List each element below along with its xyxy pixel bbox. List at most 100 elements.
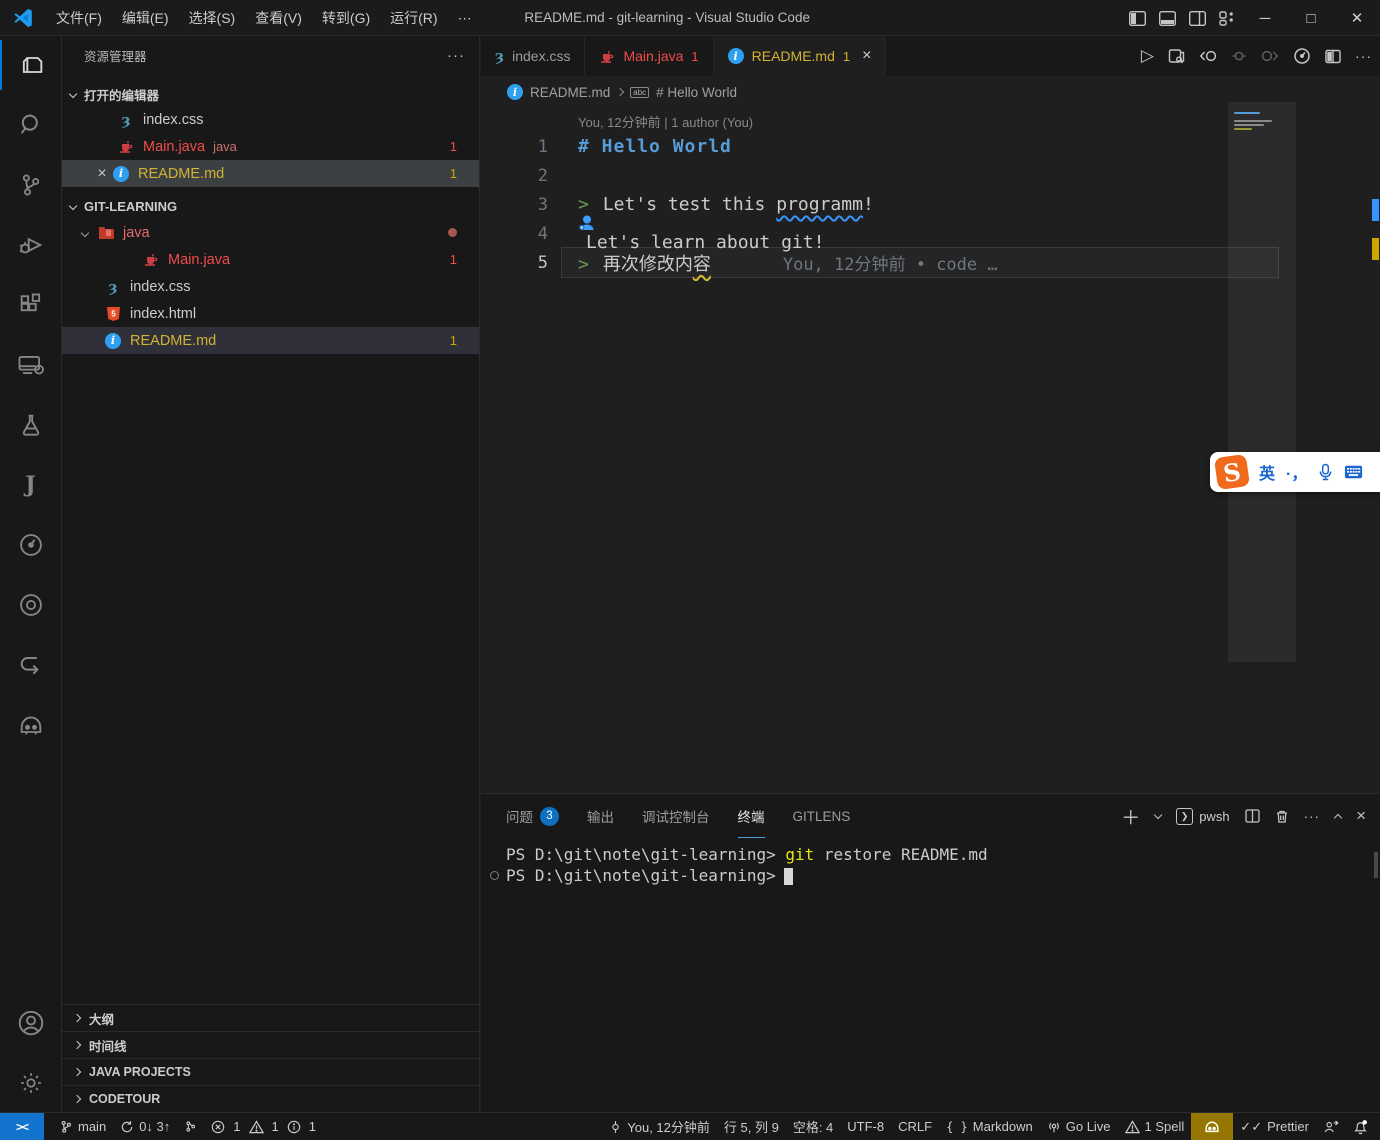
maximize-panel-icon[interactable] (1334, 814, 1342, 822)
breadcrumb-file[interactable]: README.md (530, 85, 610, 100)
menu-file[interactable]: 文件(F) (46, 5, 112, 31)
toggle-secondary-sidebar-icon[interactable] (1182, 5, 1212, 31)
change-icon[interactable] (1232, 49, 1246, 63)
split-terminal-icon[interactable] (1245, 809, 1260, 823)
sync-indicator[interactable]: 0↓ 3↑ (113, 1116, 177, 1138)
prev-change-icon[interactable] (1199, 49, 1218, 63)
sidebar-more-actions-icon[interactable]: ··· (447, 47, 465, 64)
feedback-icon[interactable] (1316, 1116, 1346, 1138)
remote-indicator[interactable]: >< (0, 1113, 44, 1140)
toggle-sidebar-icon[interactable] (1122, 5, 1152, 31)
tree-file-main-java[interactable]: Main.java 1 (62, 246, 479, 273)
command-decoration-icon[interactable] (490, 871, 499, 880)
ai-assistant-badge[interactable] (1191, 1113, 1233, 1140)
gitlens-icon[interactable] (0, 520, 61, 570)
menu-run[interactable]: 运行(R) (380, 5, 447, 31)
live-server-icon[interactable] (0, 580, 61, 630)
extensions-icon[interactable] (0, 280, 61, 330)
terminal-dropdown-icon[interactable] (1154, 810, 1162, 818)
ime-punctuation[interactable]: ·， (1286, 460, 1307, 484)
tree-file-readme-md[interactable]: i README.md 1 (62, 327, 479, 354)
kill-terminal-icon[interactable] (1275, 809, 1289, 824)
remote-explorer-icon[interactable] (0, 340, 61, 390)
editor-more-actions-icon[interactable]: ··· (1355, 48, 1372, 64)
editor-scrollbar[interactable] (1364, 108, 1380, 792)
code-area[interactable]: You, 12分钟前 | 1 author (You) 1 # Hello Wo… (481, 108, 1380, 792)
cursor-position[interactable]: 行 5, 列 9 (717, 1116, 786, 1138)
eol-sequence[interactable]: CRLF (891, 1116, 939, 1138)
go-live-button[interactable]: Go Live (1040, 1116, 1118, 1138)
close-editor-icon[interactable]: × (92, 165, 112, 183)
gitlens-status-icon[interactable] (177, 1116, 204, 1138)
menu-view[interactable]: 查看(V) (245, 5, 312, 31)
prettier-indicator[interactable]: ✓✓ Prettier (1233, 1116, 1316, 1138)
open-editor-main-java[interactable]: Main.java java 1 (62, 133, 479, 160)
close-tab-icon[interactable]: × (862, 47, 871, 65)
tree-folder-java[interactable]: java (62, 219, 479, 246)
close-button[interactable]: ✕ (1334, 0, 1380, 36)
ime-language-mode[interactable]: 英 (1259, 460, 1275, 484)
run-debug-icon[interactable] (0, 220, 61, 270)
tree-file-index-html[interactable]: 5 index.html (62, 300, 479, 327)
menu-selection[interactable]: 选择(S) (179, 5, 246, 31)
indentation[interactable]: 空格: 4 (786, 1116, 840, 1138)
testing-icon[interactable] (0, 400, 61, 450)
close-panel-icon[interactable]: × (1356, 806, 1366, 826)
minimize-button[interactable]: ─ (1242, 0, 1288, 36)
breadcrumb-symbol[interactable]: # Hello World (656, 85, 737, 100)
split-editor-icon[interactable] (1325, 49, 1341, 64)
next-change-icon[interactable] (1260, 49, 1279, 63)
settings-gear-icon[interactable] (0, 1058, 61, 1108)
codetour-icon[interactable] (0, 640, 61, 690)
section-codetour[interactable]: CODETOUR (62, 1085, 479, 1112)
tab-readme-md[interactable]: i README.md 1 × (714, 36, 887, 76)
menu-edit[interactable]: 编辑(E) (112, 5, 179, 31)
customize-layout-icon[interactable] (1212, 5, 1242, 31)
markdown-preview-icon[interactable] (1168, 48, 1185, 64)
panel-tab-problems[interactable]: 问题 3 (506, 794, 559, 838)
open-editors-header[interactable]: 打开的编辑器 (62, 82, 479, 106)
section-outline[interactable]: 大纲 (62, 1004, 479, 1031)
blame-indicator[interactable]: You, 12分钟前 (602, 1116, 717, 1138)
toggle-panel-icon[interactable] (1152, 5, 1182, 31)
sogou-logo-icon[interactable]: S (1214, 454, 1250, 490)
notifications-bell-icon[interactable] (1346, 1116, 1380, 1138)
java-extension-icon[interactable]: J (0, 460, 61, 510)
maximize-button[interactable]: □ (1288, 0, 1334, 36)
language-mode[interactable]: { } Markdown (939, 1116, 1040, 1138)
panel-tab-output[interactable]: 输出 (587, 794, 614, 838)
codelens-authors[interactable]: You, 12分钟前 | 1 author (You) (578, 112, 753, 131)
panel-more-actions-icon[interactable]: ··· (1304, 809, 1321, 824)
panel-tab-gitlens[interactable]: GITLENS (793, 794, 851, 838)
minimap-slider[interactable] (1228, 102, 1296, 662)
menu-goto[interactable]: 转到(G) (312, 5, 380, 31)
panel-tab-terminal[interactable]: 终端 (738, 794, 765, 838)
ime-keyboard-icon[interactable] (1344, 465, 1363, 479)
gitlens-graph-icon[interactable] (1293, 47, 1311, 65)
spell-checker[interactable]: 1 Spell (1118, 1116, 1192, 1138)
tab-index-css[interactable]: ȝ index.css (481, 36, 585, 76)
tab-main-java[interactable]: Main.java 1 (585, 36, 713, 76)
open-editor-index-css[interactable]: ȝ index.css (62, 106, 479, 133)
terminal-profile[interactable]: ❯ pwsh (1176, 808, 1229, 825)
open-editor-readme-md[interactable]: × i README.md 1 (62, 160, 479, 187)
workspace-root-header[interactable]: GIT-LEARNING (62, 193, 479, 219)
encoding[interactable]: UTF-8 (840, 1116, 891, 1138)
terminal-scrollbar[interactable] (1374, 852, 1378, 878)
source-control-icon[interactable] (0, 160, 61, 210)
explorer-icon[interactable] (0, 40, 61, 90)
search-icon[interactable] (0, 100, 61, 150)
menu-more[interactable]: ⋯ (448, 5, 482, 31)
new-terminal-icon[interactable]: ＋ (1121, 803, 1140, 830)
ime-microphone-icon[interactable] (1318, 463, 1333, 481)
section-timeline[interactable]: 时间线 (62, 1031, 479, 1058)
tree-file-index-css[interactable]: ȝ index.css (62, 273, 479, 300)
problems-indicator[interactable]: 1 1 1 (204, 1116, 323, 1138)
panel-tab-debug-console[interactable]: 调试控制台 (642, 794, 710, 838)
run-button-icon[interactable]: ▷ (1141, 46, 1154, 66)
branch-indicator[interactable]: main (52, 1116, 113, 1138)
account-icon[interactable] (0, 998, 61, 1048)
docker-assist-icon[interactable] (0, 700, 61, 750)
section-java-projects[interactable]: JAVA PROJECTS (62, 1058, 479, 1085)
terminal[interactable]: PS D:\git\note\git-learning> git restore… (481, 844, 1380, 1112)
